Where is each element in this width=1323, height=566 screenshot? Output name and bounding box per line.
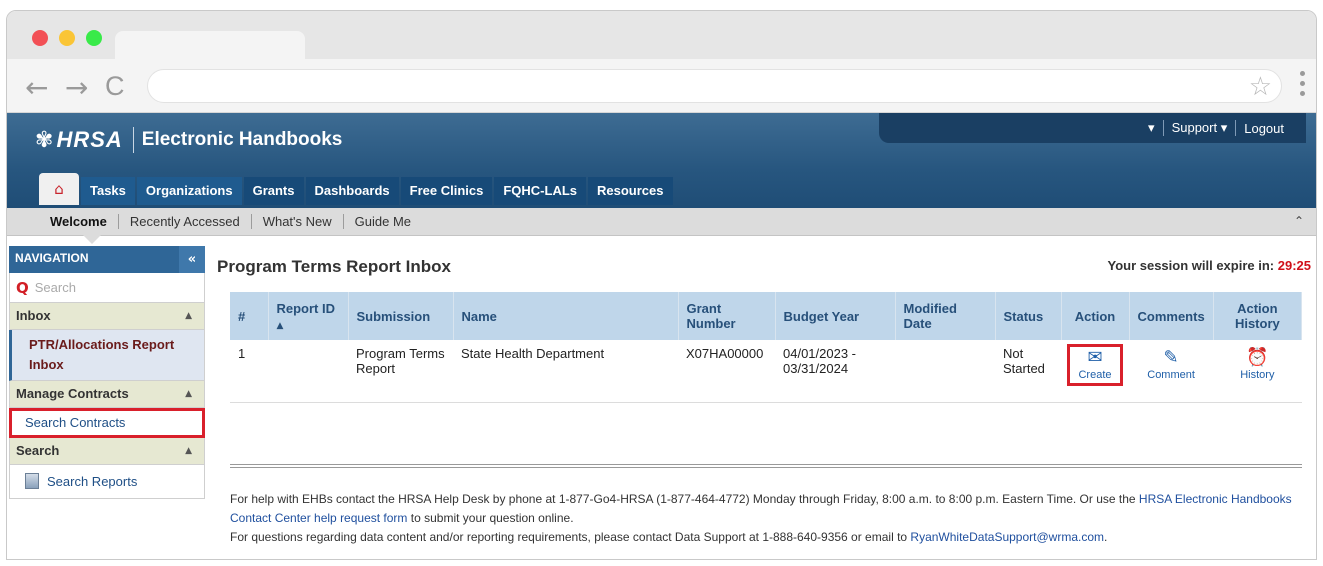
nav-free-clinics[interactable]: Free Clinics — [400, 177, 493, 205]
subnav-recently-accessed[interactable]: Recently Accessed — [119, 214, 251, 229]
sidebar-item-search-contracts[interactable]: Search Contracts — [9, 408, 205, 438]
sidebar-item-search-reports[interactable]: Search Reports — [9, 465, 205, 499]
cell-report-id — [268, 340, 348, 403]
sidebar-section-search[interactable]: Search ▲ — [9, 438, 205, 465]
browser-menu-icon[interactable] — [1300, 71, 1306, 101]
subnav-welcome[interactable]: Welcome — [39, 214, 118, 229]
session-time: 29:25 — [1277, 258, 1311, 273]
utility-bar: ▾ Support ▾ Logout — [879, 113, 1306, 143]
site-header: ✾HRSA Electronic Handbooks ▾ Support ▾ L… — [7, 113, 1316, 208]
nav-resources[interactable]: Resources — [588, 177, 673, 205]
col-header-grant-number[interactable]: Grant Number — [678, 292, 776, 340]
cell-status: Not Started — [995, 340, 1061, 403]
section-collapse-icon[interactable]: ▲ — [185, 389, 192, 399]
subnav-guide-me[interactable]: Guide Me — [344, 214, 422, 229]
cell-submission: Program Terms Report — [348, 340, 453, 403]
cell-modified-date — [895, 340, 995, 403]
nav-grants[interactable]: Grants — [243, 177, 304, 205]
nav-dashboards[interactable]: Dashboards — [305, 177, 399, 205]
cell-budget-year: 04/01/2023 - 03/31/2024 — [775, 340, 895, 403]
back-arrow-icon[interactable]: ← — [25, 71, 48, 104]
nav-tasks[interactable]: Tasks — [81, 177, 135, 205]
search-icon: Q — [16, 278, 29, 297]
sidebar-section-manage-contracts[interactable]: Manage Contracts ▲ — [9, 381, 205, 408]
col-header-number: # — [230, 292, 269, 340]
url-input[interactable] — [147, 69, 1282, 103]
sidebar-title: NAVIGATION — [15, 251, 89, 265]
close-window-button[interactable] — [32, 30, 48, 46]
col-header-action-history: Action History — [1213, 292, 1303, 340]
cell-grant-number: X07HA00000 — [678, 340, 775, 403]
alarm-clock-icon: ⏰ — [1246, 347, 1269, 368]
collapse-header-icon[interactable]: ⌃ — [1294, 214, 1304, 228]
browser-tab[interactable] — [115, 31, 305, 59]
help-text: For help with EHBs contact the HRSA Help… — [230, 492, 1292, 544]
sidebar-section-inbox[interactable]: Inbox ▲ — [9, 303, 205, 330]
col-header-budget-year[interactable]: Budget Year — [775, 292, 896, 340]
collapse-sidebar-icon[interactable]: « — [179, 246, 205, 273]
sort-asc-icon[interactable]: ▲ — [277, 321, 284, 331]
eagle-icon: ✾ — [35, 128, 55, 153]
report-inbox-table: # Report ID ▲ Submission Name Grant Numb… — [230, 292, 1303, 403]
support-menu[interactable]: Support ▾ — [1164, 120, 1236, 136]
data-support-email-link[interactable]: RyanWhiteDataSupport@wrma.com — [910, 530, 1104, 544]
col-header-report-id[interactable]: Report ID ▲ — [268, 292, 349, 340]
main-nav: ⌂ Tasks Organizations Grants Dashboards … — [39, 173, 673, 205]
logout-link[interactable]: Logout — [1236, 121, 1292, 136]
utility-dropdown-caret[interactable]: ▾ — [1140, 120, 1163, 136]
minimize-window-button[interactable] — [59, 30, 75, 46]
forward-arrow-icon[interactable]: → — [65, 71, 88, 104]
col-header-action: Action — [1061, 292, 1130, 340]
sub-nav: Welcome Recently Accessed What's New Gui… — [7, 208, 1316, 244]
col-header-comments: Comments — [1129, 292, 1214, 340]
session-timer: Your session will expire in: 29:25 — [1107, 258, 1311, 273]
comment-pencil-icon: ✎ — [1163, 347, 1179, 368]
sidebar-item-ptr-allocations-inbox[interactable]: PTR/Allocations Report Inbox — [9, 330, 205, 381]
section-collapse-icon[interactable]: ▲ — [185, 446, 192, 456]
search-placeholder: Search — [34, 280, 76, 295]
active-tab-caret — [83, 235, 101, 244]
logo-text: HRSA — [56, 127, 123, 152]
divider — [230, 464, 1302, 468]
col-header-status[interactable]: Status — [995, 292, 1062, 340]
report-icon — [25, 473, 39, 489]
sidebar-search-input[interactable]: Q Search — [9, 273, 205, 303]
page-title: Program Terms Report Inbox — [217, 257, 451, 276]
history-button[interactable]: ⏰ History — [1240, 346, 1274, 382]
create-button[interactable]: ✉ Create — [1067, 344, 1123, 386]
hrsa-logo[interactable]: ✾HRSA Electronic Handbooks — [35, 127, 342, 153]
comment-button[interactable]: ✎ Comment — [1147, 346, 1195, 382]
home-icon[interactable]: ⌂ — [39, 173, 79, 205]
browser-tab-bar — [7, 11, 1316, 59]
navigation-sidebar: NAVIGATION « Q Search Inbox ▲ PTR/Allocat… — [9, 246, 205, 499]
col-header-submission[interactable]: Submission — [348, 292, 454, 340]
subnav-whats-new[interactable]: What's New — [252, 214, 343, 229]
table-row: 1 Program Terms Report State Health Depa… — [230, 340, 1302, 403]
maximize-window-button[interactable] — [86, 30, 102, 46]
reload-icon[interactable]: C — [105, 71, 125, 102]
col-header-name[interactable]: Name — [453, 292, 679, 340]
envelope-icon: ✉ — [1087, 347, 1103, 368]
col-header-modified-date[interactable]: Modified Date — [895, 292, 996, 340]
bookmark-star-icon[interactable]: ☆ — [1249, 72, 1272, 102]
app-title: Electronic Handbooks — [141, 129, 343, 150]
cell-name: State Health Department — [453, 340, 678, 403]
nav-organizations[interactable]: Organizations — [136, 177, 242, 205]
cell-number: 1 — [230, 340, 268, 403]
nav-fqhc-lals[interactable]: FQHC-LALs — [494, 177, 587, 205]
address-bar: ← → C ☆ — [7, 59, 1316, 113]
section-collapse-icon[interactable]: ▲ — [185, 311, 192, 321]
